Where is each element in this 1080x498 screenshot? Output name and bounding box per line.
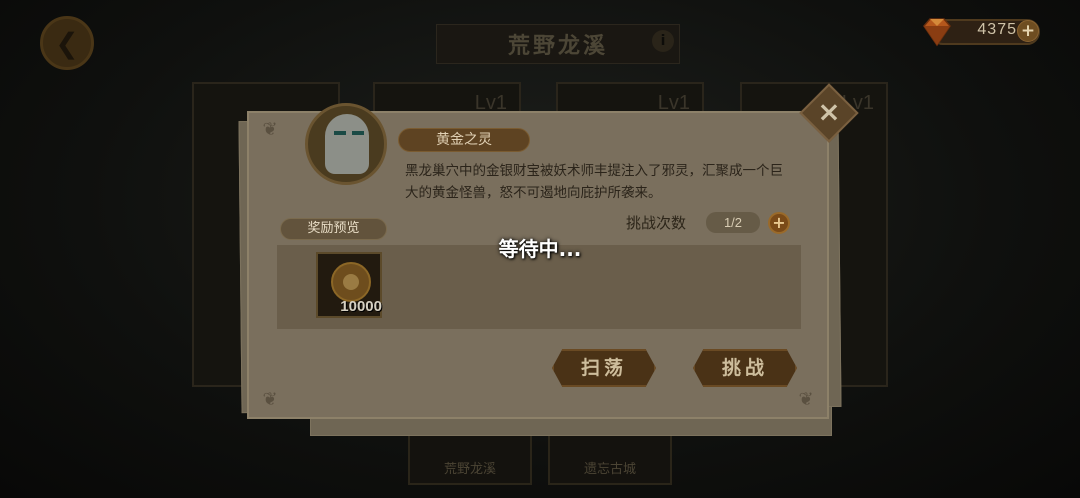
bottom-tab-label: 遗忘古城 [583, 462, 636, 477]
boss-description: 黑龙巢穴中的金银财宝被妖术师丰提注入了邪灵，汇聚成一个巨大的黄金怪兽，怒不可遏地… [405, 163, 783, 201]
stage-title-banner: 荒野龙溪 [436, 24, 680, 64]
back-arrow-icon: ❮ [55, 26, 79, 60]
loading-status: 等待中... [498, 237, 582, 261]
sweep-button[interactable]: 扫荡 [552, 349, 656, 387]
stage-title: 荒野龙溪 [507, 34, 608, 59]
corner-ornament-icon: ❦ [262, 389, 278, 410]
add-gems-button[interactable]: + [1017, 20, 1039, 42]
corner-ornament-icon: ❦ [798, 389, 814, 410]
helm-eye [352, 131, 364, 135]
add-attempts-button[interactable]: + [768, 212, 790, 234]
helm-eye [334, 131, 346, 135]
corner-ornament-icon: ❦ [262, 119, 278, 140]
boss-name: 黄金之灵 [398, 128, 530, 152]
boss-portrait [305, 103, 387, 185]
reward-preview-label: 奖励预览 [280, 218, 387, 240]
info-icon[interactable]: i [652, 30, 674, 52]
coin-emblem [343, 274, 359, 290]
attempts-value: 1/2 [706, 212, 760, 233]
close-icon[interactable]: × [808, 92, 850, 134]
gem-count: 4375 [977, 21, 1017, 38]
bottom-tab-label: 荒野龙溪 [443, 462, 496, 477]
attempts-label: 挑战次数 [626, 214, 687, 232]
diamond-icon [923, 18, 951, 47]
reward-item-quantity: 10000 [340, 298, 382, 315]
back-button[interactable]: ❮ [40, 16, 94, 70]
challenge-button[interactable]: 挑战 [693, 349, 797, 387]
golden-helm-icon [325, 114, 369, 174]
